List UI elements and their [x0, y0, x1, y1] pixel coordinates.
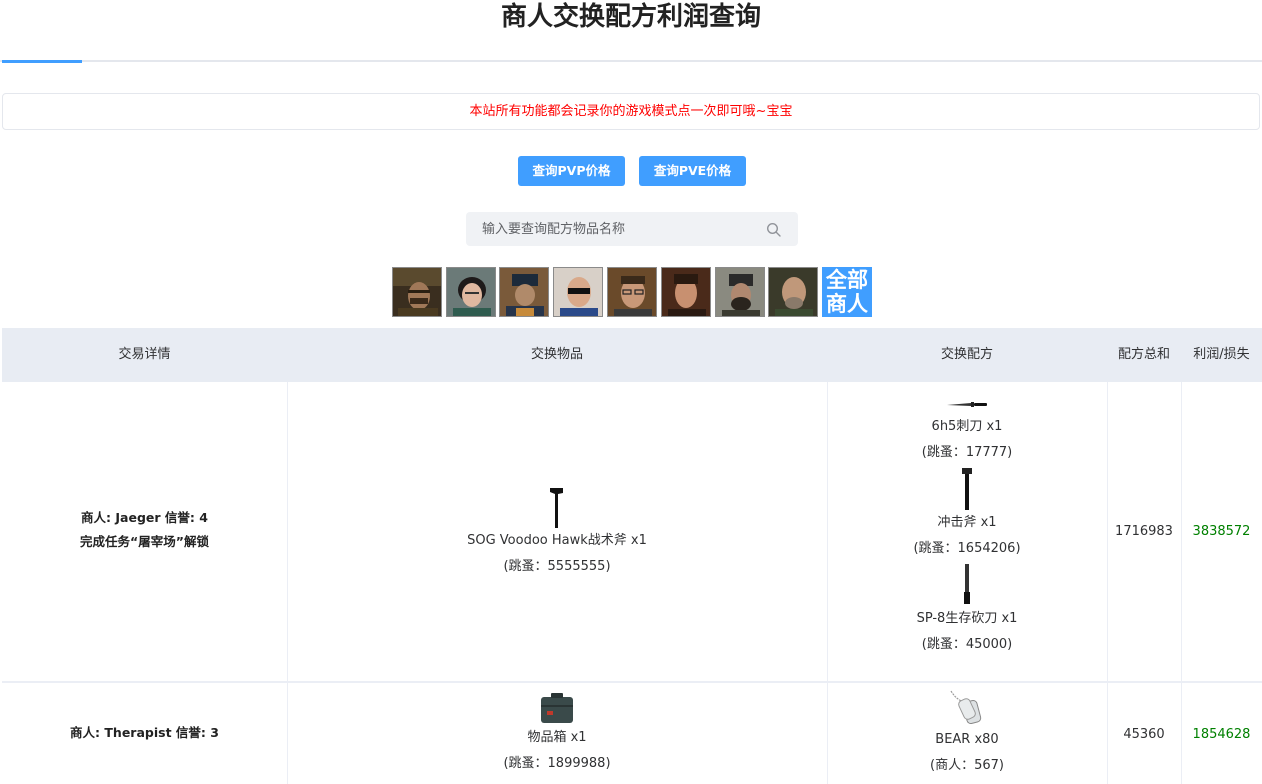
search-input[interactable]	[466, 212, 756, 246]
all-traders-label-line2: 商人	[826, 292, 868, 316]
profit-value: 1854628	[1192, 727, 1251, 742]
trade-detail: 商人: Jaeger 信誉: 4 完成任务“屠宰场”解锁	[2, 506, 287, 554]
recipe-item-price: (商人：567)	[930, 758, 1004, 773]
recipe-item-price: (跳蚤：17777)	[921, 445, 1013, 460]
prapor-avatar[interactable]	[392, 267, 442, 317]
recipe-item-price: (跳蚤：45000)	[921, 637, 1013, 652]
exchange-item-price: (跳蚤：5555555)	[503, 559, 611, 574]
ragman-avatar[interactable]	[715, 267, 765, 317]
recipe-item-name: BEAR x80	[935, 732, 999, 747]
machete-icon	[964, 564, 970, 604]
jaeger-avatar[interactable]	[768, 267, 818, 317]
recipe-item-price: (跳蚤：1654206)	[913, 541, 1021, 556]
recipe-item-name: 6h5刺刀 x1	[931, 419, 1003, 434]
header-profit: 利润/损失	[1193, 347, 1250, 362]
tomahawk-icon	[550, 488, 563, 528]
trade-unlock-line: 完成任务“屠宰场”解锁	[80, 534, 209, 549]
exchange-item-name: SOG Voodoo Hawk战术斧 x1	[467, 533, 647, 548]
bayonet-icon	[947, 402, 987, 407]
trade-trader-line: 商人: Therapist 信誉: 3	[70, 725, 219, 740]
therapist-avatar[interactable]	[446, 267, 496, 317]
trade-trader-line: 商人: Jaeger 信誉: 4	[81, 510, 208, 525]
header-total: 配方总和	[1117, 347, 1170, 362]
table-row: 商人: Therapist 信誉: 3 物品箱 x1 (跳蚤：1899988) …	[2, 682, 1262, 784]
exchange-item: SOG Voodoo Hawk战术斧 x1 (跳蚤：5555555)	[287, 486, 827, 580]
recipe-list: BEAR x80 (商人：567)	[827, 687, 1107, 779]
trade-detail: 商人: Therapist 信誉: 3	[2, 721, 287, 745]
header-item: 交换物品	[530, 347, 583, 362]
exchange-item-name: 物品箱 x1	[527, 730, 587, 745]
all-traders-label-line1: 全部	[826, 268, 868, 292]
recipe-table: 交易详情 交换物品 交换配方 配方总和 利润/损失 商人: Jaeger 信誉:…	[2, 328, 1262, 784]
recipe-total: 45360	[1123, 727, 1165, 742]
table-row: 商人: Jaeger 信誉: 4 完成任务“屠宰场”解锁 SOG Voodoo …	[2, 382, 1262, 682]
notice-banner: 本站所有功能都会记录你的游戏模式点一次即可哦~宝宝	[2, 93, 1260, 130]
fence-avatar[interactable]	[499, 267, 549, 317]
mechanic-avatar[interactable]	[661, 267, 711, 317]
search-box	[466, 212, 798, 246]
recipe-total: 1716983	[1115, 524, 1173, 539]
recipe-list: 6h5刺刀 x1 (跳蚤：17777) 冲击斧 x1 (跳蚤：1654206) …	[827, 394, 1107, 658]
dogtag-icon	[950, 690, 982, 725]
skier-avatar[interactable]	[553, 267, 603, 317]
exchange-item: 物品箱 x1 (跳蚤：1899988)	[287, 691, 827, 777]
profit-value: 3838572	[1192, 524, 1251, 539]
table-header: 交易详情 交换物品 交换配方 配方总和 利润/损失	[2, 328, 1262, 382]
peacekeeper-avatar[interactable]	[607, 267, 657, 317]
all-traders-button[interactable]: 全部 商人	[822, 267, 872, 317]
exchange-item-price: (跳蚤：1899988)	[503, 756, 611, 771]
recipe-item-name: 冲击斧 x1	[937, 515, 997, 530]
tab-bar	[0, 60, 1262, 62]
search-icon[interactable]	[766, 222, 782, 238]
item-case-icon	[541, 693, 573, 723]
header-detail: 交易详情	[118, 347, 171, 362]
recipe-item-name: SP-8生存砍刀 x1	[916, 611, 1018, 626]
header-recipe: 交换配方	[940, 347, 993, 362]
query-pve-button[interactable]: 查询PVE价格	[639, 156, 746, 186]
page-title: 商人交换配方利润查询	[500, 2, 761, 32]
tab-active-indicator[interactable]	[2, 60, 82, 63]
axe-icon	[962, 468, 972, 510]
query-pvp-button[interactable]: 查询PVP价格	[518, 156, 625, 186]
